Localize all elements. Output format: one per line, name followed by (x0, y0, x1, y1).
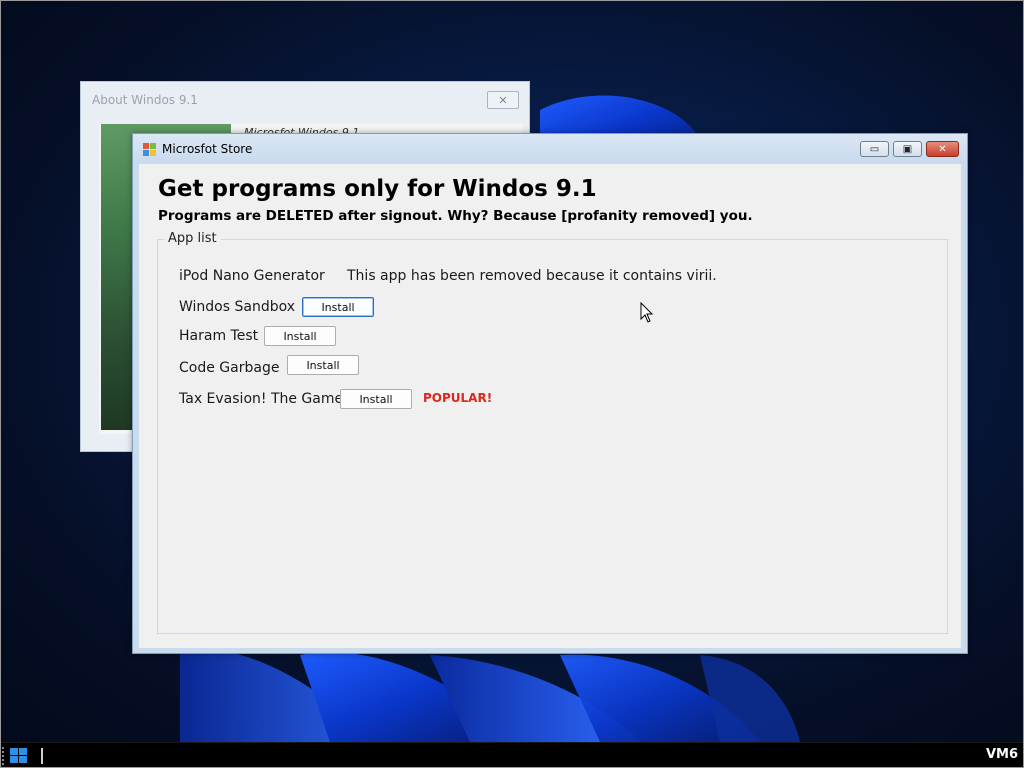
about-close-button[interactable]: ✕ (487, 91, 519, 109)
page-title: Get programs only for Windos 9.1 (158, 176, 597, 202)
app-name-haram-test: Haram Test (179, 328, 259, 344)
taskbar: VM6 (0, 742, 1024, 768)
store-window[interactable]: Microsfot Store ▭ ▣ ✕ Get programs only … (132, 133, 968, 654)
store-window-title: Microsfot Store (162, 142, 253, 156)
about-window-title: About Windos 9.1 (92, 93, 198, 107)
app-removed-notice: This app has been removed because it con… (347, 268, 717, 284)
store-app-icon (143, 142, 156, 156)
about-titlebar[interactable]: About Windos 9.1 ✕ (81, 82, 529, 118)
mouse-cursor-icon (640, 302, 654, 323)
app-name-tax-evasion-the-game: Tax Evasion! The Game (179, 391, 344, 407)
install-windos-sandbox-button[interactable]: Install (302, 297, 374, 317)
maximize-button[interactable]: ▣ (893, 141, 922, 157)
install-haram-test-button[interactable]: Install (264, 326, 336, 346)
windows-logo-icon[interactable] (10, 748, 27, 764)
app-name-ipod-nano-generator: iPod Nano Generator (179, 268, 325, 284)
popular-badge: POPULAR! (423, 391, 493, 405)
tray-label: VM6 (985, 747, 1018, 762)
store-client-area: Get programs only for Windos 9.1 Program… (139, 164, 961, 648)
desktop: About Windos 9.1 ✕ Microsfot Windos 9.1 … (0, 0, 1024, 742)
app-name-code-garbage: Code Garbage (179, 360, 280, 376)
app-name-windos-sandbox: Windos Sandbox (179, 299, 296, 315)
taskbar-grip[interactable] (2, 747, 6, 765)
install-code-garbage-button[interactable]: Install (287, 355, 359, 375)
install-tax-evasion-button[interactable]: Install (340, 389, 412, 409)
minimize-button[interactable]: ▭ (860, 141, 889, 157)
taskbar-separator (41, 748, 43, 764)
store-titlebar[interactable]: Microsfot Store ▭ ▣ ✕ (133, 134, 967, 164)
app-list-group: App list iPod Nano Generator This app ha… (157, 231, 948, 634)
page-subtitle: Programs are DELETED after signout. Why?… (158, 208, 753, 224)
app-list-label: App list (164, 231, 221, 246)
close-button[interactable]: ✕ (926, 141, 959, 157)
